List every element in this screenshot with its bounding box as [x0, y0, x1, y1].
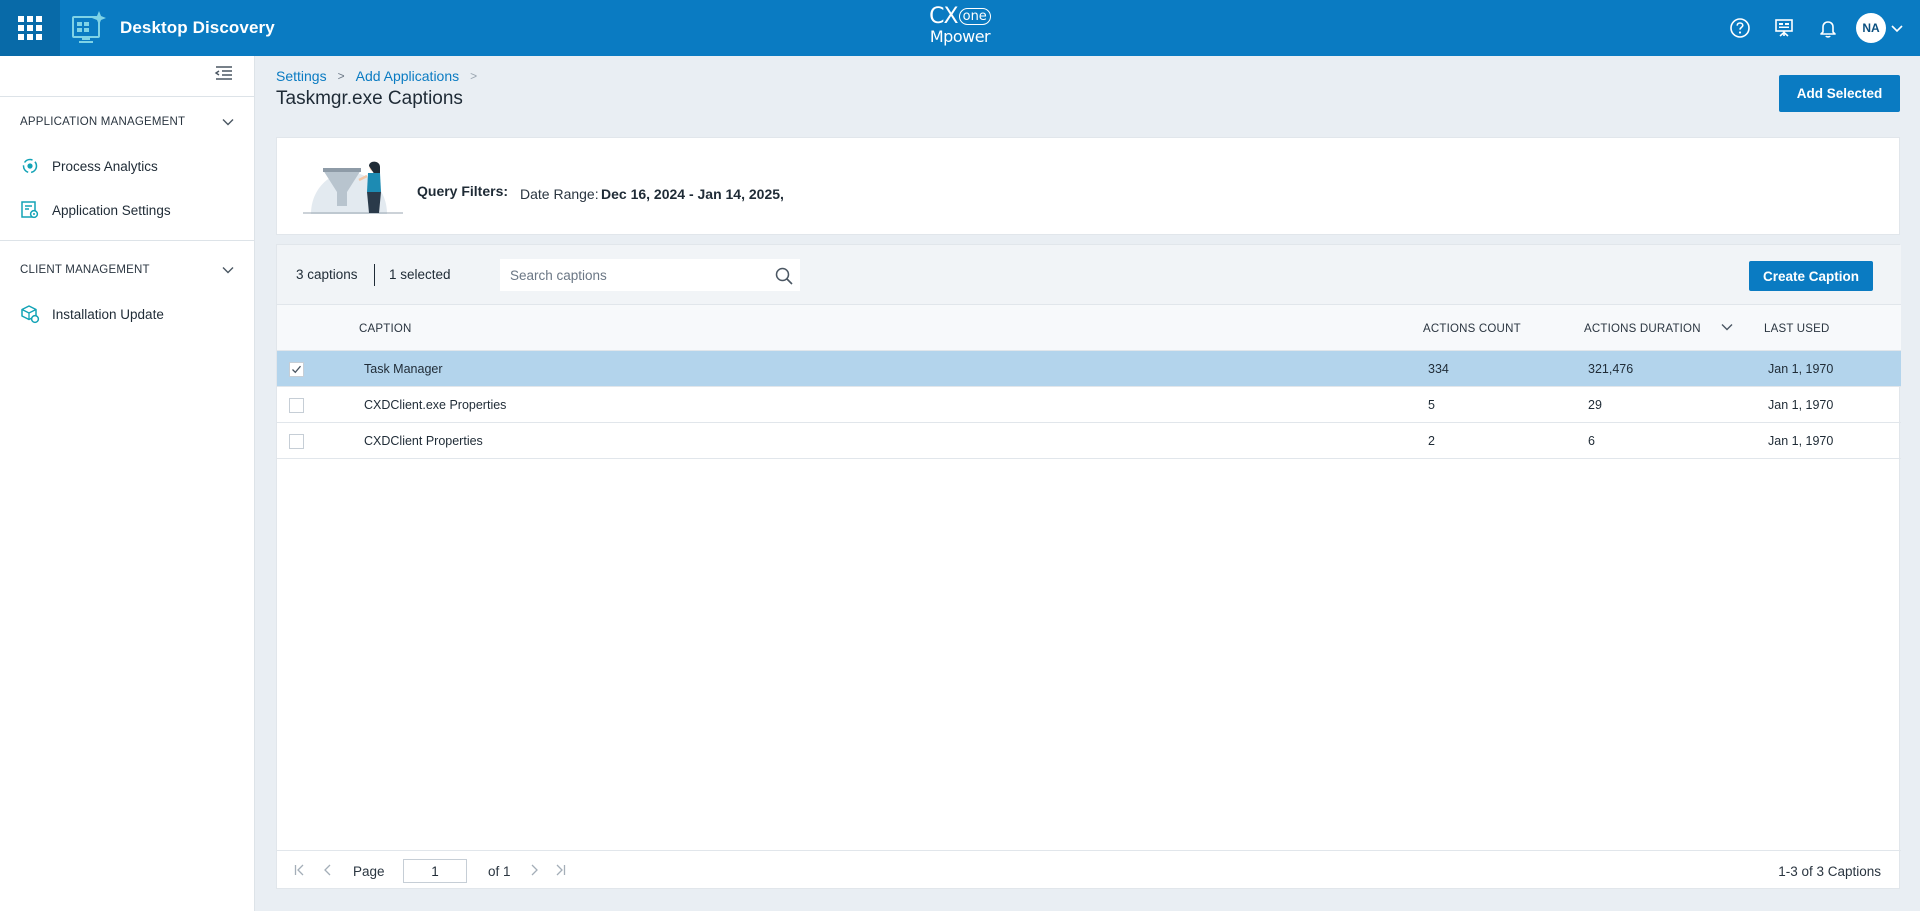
- avatar: NA: [1856, 13, 1886, 43]
- search-icon[interactable]: [774, 266, 794, 286]
- column-header-actions-duration[interactable]: ACTIONS DURATION: [1584, 323, 1701, 335]
- installation-update-icon: [21, 305, 40, 324]
- section-label: CLIENT MANAGEMENT: [20, 264, 150, 276]
- page-number-input[interactable]: [403, 859, 467, 883]
- presentation-button[interactable]: [1762, 0, 1806, 56]
- sidebar-item-application-settings[interactable]: Application Settings: [0, 188, 255, 232]
- top-icons: NA: [1718, 0, 1920, 56]
- sidebar-section-header[interactable]: CLIENT MANAGEMENT: [0, 248, 255, 292]
- chevron-down-icon: [1891, 25, 1903, 33]
- collapse-menu-icon: [214, 66, 232, 80]
- brand-cx: CX: [929, 4, 958, 29]
- sort-descending-icon[interactable]: [1720, 320, 1734, 334]
- search-box: [500, 259, 800, 291]
- sidebar-item-label: Installation Update: [52, 306, 164, 322]
- breadcrumb-separator: >: [337, 69, 345, 83]
- app-launcher-button[interactable]: [0, 0, 60, 56]
- actions-duration-cell: 6: [1588, 434, 1595, 448]
- add-selected-button[interactable]: Add Selected: [1779, 75, 1900, 112]
- sidebar-divider: [0, 240, 255, 241]
- caption-cell: CXDClient.exe Properties: [364, 398, 507, 412]
- captions-count: 3 captions: [296, 267, 358, 282]
- help-icon: [1730, 18, 1750, 38]
- last-used-cell: Jan 1, 1970: [1768, 434, 1834, 448]
- sidebar-section-header[interactable]: APPLICATION MANAGEMENT: [0, 100, 255, 144]
- caption-cell: CXDClient Properties: [364, 434, 483, 448]
- sidebar-section-client-management: CLIENT MANAGEMENT Installation Update: [0, 248, 255, 336]
- next-page-icon[interactable]: [527, 863, 541, 877]
- previous-page-icon[interactable]: [321, 863, 335, 877]
- funnel-illustration-icon: [303, 161, 403, 214]
- notifications-button[interactable]: [1806, 0, 1850, 56]
- create-caption-button[interactable]: Create Caption: [1749, 261, 1873, 291]
- sidebar-item-label: Process Analytics: [52, 158, 158, 174]
- toolbar-divider: [374, 264, 375, 286]
- date-range-value: Dec 16, 2024 - Jan 14, 2025,: [601, 186, 784, 202]
- process-analytics-icon: [22, 158, 38, 174]
- captions-table-card: 3 captions 1 selected Create Caption CAP…: [276, 244, 1901, 890]
- presentation-board-icon: [1775, 19, 1793, 37]
- sidebar-item-process-analytics[interactable]: Process Analytics: [0, 144, 255, 188]
- last-used-cell: Jan 1, 1970: [1768, 362, 1834, 376]
- sidebar-item-installation-update[interactable]: Installation Update: [0, 292, 255, 336]
- help-button[interactable]: [1718, 0, 1762, 56]
- last-page-icon[interactable]: [553, 863, 567, 877]
- brand-mpower: Mpower: [929, 27, 991, 46]
- breadcrumb-settings-link[interactable]: Settings: [276, 68, 327, 84]
- selected-count: 1 selected: [389, 267, 451, 282]
- sidebar-item-label: Application Settings: [52, 202, 171, 218]
- breadcrumb: Settings > Add Applications >: [276, 68, 488, 84]
- checkmark-icon: [292, 365, 301, 374]
- sidebar-section-application-management: APPLICATION MANAGEMENT Process Analytics…: [0, 100, 255, 232]
- pagination-summary: 1-3 of 3 Captions: [1778, 864, 1881, 879]
- first-page-icon[interactable]: [293, 863, 307, 877]
- brand-one: one: [958, 8, 991, 25]
- column-header-actions-count[interactable]: ACTIONS COUNT: [1423, 323, 1521, 335]
- sidebar: APPLICATION MANAGEMENT Process Analytics…: [0, 56, 255, 911]
- caption-cell: Task Manager: [364, 362, 443, 376]
- table-row[interactable]: CXDClient.exe Properties 5 29 Jan 1, 197…: [277, 387, 1901, 423]
- actions-duration-cell: 321,476: [1588, 362, 1634, 376]
- application-settings-icon: [21, 201, 39, 219]
- table-toolbar: 3 captions 1 selected Create Caption: [277, 245, 1901, 305]
- table-header: CAPTION ACTIONS COUNT ACTIONS DURATION L…: [277, 305, 1901, 351]
- actions-count-cell: 334: [1428, 362, 1449, 376]
- page-title: Taskmgr.exe Captions: [276, 88, 463, 109]
- row-checkbox[interactable]: [289, 398, 304, 413]
- actions-duration-cell: 29: [1588, 398, 1602, 412]
- desktop-discovery-logo-icon: [72, 11, 106, 43]
- table-row[interactable]: Task Manager 334 321,476 Jan 1, 1970: [277, 351, 1901, 387]
- search-input[interactable]: [500, 259, 760, 291]
- user-menu[interactable]: NA: [1856, 13, 1904, 43]
- column-header-caption[interactable]: CAPTION: [359, 323, 412, 335]
- product-name: Desktop Discovery: [120, 18, 275, 37]
- page-of-label: of 1: [488, 864, 511, 879]
- date-range-label: Date Range:: [520, 186, 599, 202]
- product-header: Desktop Discovery: [70, 9, 275, 47]
- top-bar: Desktop Discovery CX one Mpower NA: [0, 0, 1920, 56]
- table-row[interactable]: CXDClient Properties 2 6 Jan 1, 1970: [277, 423, 1901, 459]
- pagination: Page of 1 1-3 of 3 Captions: [277, 850, 1901, 890]
- brand-logo: CX one Mpower: [922, 6, 998, 50]
- row-checkbox[interactable]: [289, 362, 304, 377]
- chevron-down-icon: [222, 119, 234, 126]
- query-filters-label: Query Filters:: [417, 183, 509, 199]
- row-checkbox[interactable]: [289, 434, 304, 449]
- last-used-cell: Jan 1, 1970: [1768, 398, 1834, 412]
- grid-icon: [18, 16, 42, 40]
- section-label: APPLICATION MANAGEMENT: [20, 116, 186, 128]
- collapse-sidebar-button[interactable]: [214, 64, 234, 82]
- sidebar-divider: [0, 96, 255, 97]
- chevron-down-icon: [222, 267, 234, 274]
- breadcrumb-separator: >: [470, 69, 478, 83]
- column-header-last-used[interactable]: LAST USED: [1764, 323, 1830, 335]
- bell-icon: [1820, 21, 1836, 38]
- query-filters-card: Query Filters: Date Range: Dec 16, 2024 …: [276, 137, 1900, 235]
- actions-count-cell: 5: [1428, 398, 1435, 412]
- breadcrumb-add-applications-link[interactable]: Add Applications: [356, 68, 460, 84]
- page-label: Page: [353, 864, 385, 879]
- actions-count-cell: 2: [1428, 434, 1435, 448]
